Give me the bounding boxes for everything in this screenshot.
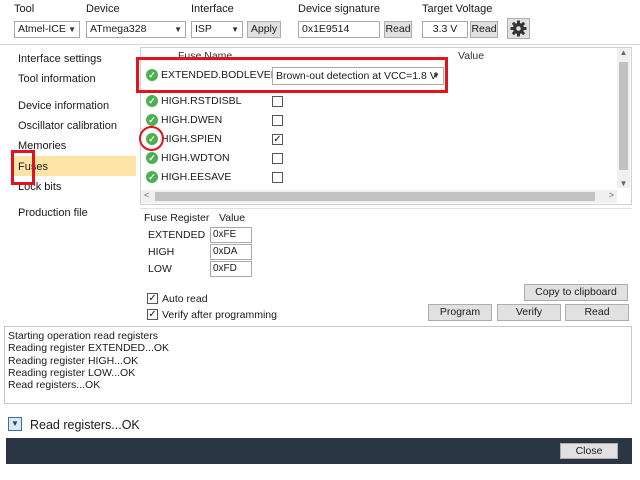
voltage-field[interactable]: 3.3 V bbox=[422, 21, 468, 38]
close-button[interactable]: Close bbox=[560, 443, 618, 459]
fuses-highlight bbox=[11, 150, 35, 185]
fuse-name: HIGH.WDTON bbox=[161, 152, 230, 164]
chevron-down-icon: ▼ bbox=[174, 25, 182, 34]
device-select-value: ATmega328 bbox=[90, 23, 147, 35]
fuse-name: HIGH.RSTDISBL bbox=[161, 95, 242, 107]
scroll-down-icon[interactable]: ▼ bbox=[617, 179, 630, 188]
horizontal-scroll-thumb[interactable] bbox=[155, 192, 595, 201]
status-text: Read registers...OK bbox=[30, 418, 140, 432]
interface-label: Interface bbox=[191, 3, 234, 15]
chevron-down-icon: ▼ bbox=[68, 25, 76, 34]
check-ok-icon: ✓ bbox=[146, 152, 158, 164]
read-button[interactable]: Read bbox=[565, 304, 629, 321]
voltage-read-button[interactable]: Read bbox=[470, 21, 498, 38]
check-ok-icon: ✓ bbox=[146, 114, 158, 126]
expand-log-toggle[interactable]: ▼ bbox=[8, 417, 22, 431]
fuse-row-spien: ✓ HIGH.SPIEN bbox=[146, 131, 346, 149]
log-line: Reading register EXTENDED...OK bbox=[8, 342, 170, 354]
device-select[interactable]: ATmega328 ▼ bbox=[86, 21, 186, 38]
check-ok-icon: ✓ bbox=[146, 171, 158, 183]
register-name-high: HIGH bbox=[148, 246, 175, 258]
scroll-left-icon[interactable]: < bbox=[144, 190, 149, 200]
fuse-value-header: Value bbox=[458, 50, 485, 62]
register-value-low[interactable]: 0xFD bbox=[210, 261, 252, 277]
copy-to-clipboard-button[interactable]: Copy to clipboard bbox=[524, 284, 628, 301]
fuse-row-eesave: ✓ HIGH.EESAVE bbox=[146, 169, 346, 187]
chevron-down-icon: ▼ bbox=[231, 25, 239, 34]
voltage-label: Target Voltage bbox=[422, 3, 493, 15]
program-button[interactable]: Program bbox=[428, 304, 492, 321]
log-line: Reading register LOW...OK bbox=[8, 367, 136, 379]
log-line: Reading register HIGH...OK bbox=[8, 355, 139, 367]
register-value-extended[interactable]: 0xFE bbox=[210, 227, 252, 243]
settings-button[interactable] bbox=[507, 18, 530, 39]
bodlevel-highlight bbox=[136, 57, 448, 93]
register-name-extended: EXTENDED bbox=[148, 229, 206, 241]
footer-bar bbox=[6, 438, 632, 464]
fuse-row-rstdisbl: ✓ HIGH.RSTDISBL bbox=[146, 93, 346, 111]
signature-read-button[interactable]: Read bbox=[384, 21, 412, 38]
eesave-checkbox[interactable] bbox=[272, 172, 283, 183]
fuse-name: HIGH.EESAVE bbox=[161, 171, 232, 183]
register-value-high[interactable]: 0xDA bbox=[210, 244, 252, 260]
horizontal-scrollbar[interactable]: < > bbox=[141, 190, 617, 203]
fuse-row-dwen: ✓ HIGH.DWEN bbox=[146, 112, 346, 130]
spien-checkbox[interactable]: ✓ bbox=[272, 134, 283, 145]
device-label: Device bbox=[86, 3, 120, 15]
sidebar-item-interface-settings[interactable]: Interface settings bbox=[18, 53, 102, 65]
signature-label: Device signature bbox=[298, 3, 380, 15]
vertical-scrollbar[interactable]: ▲ ▼ bbox=[617, 48, 630, 188]
signature-field[interactable]: 0x1E9514 bbox=[298, 21, 380, 38]
rstdisbl-checkbox[interactable] bbox=[272, 96, 283, 107]
apply-button[interactable]: Apply bbox=[247, 21, 281, 38]
check-ok-icon: ✓ bbox=[146, 95, 158, 107]
fuse-name: HIGH.SPIEN bbox=[161, 133, 222, 145]
auto-read-checkbox[interactable]: ✓ bbox=[147, 293, 158, 304]
tool-select-value: Atmel-ICE bbox=[18, 23, 66, 35]
verify-after-programming-checkbox[interactable]: ✓ bbox=[147, 309, 158, 320]
verify-button[interactable]: Verify bbox=[497, 304, 561, 321]
sidebar-item-production-file[interactable]: Production file bbox=[18, 207, 88, 219]
register-header: Fuse Register bbox=[144, 212, 210, 224]
scroll-up-icon[interactable]: ▲ bbox=[617, 48, 630, 57]
log-line: Read registers...OK bbox=[8, 379, 101, 391]
gear-icon bbox=[510, 20, 527, 37]
sidebar-item-oscillator-calibration[interactable]: Oscillator calibration bbox=[18, 120, 117, 132]
sidebar-item-tool-information[interactable]: Tool information bbox=[18, 73, 96, 85]
fuse-row-wdton: ✓ HIGH.WDTON bbox=[146, 150, 346, 168]
scroll-right-icon[interactable]: > bbox=[609, 190, 614, 200]
sidebar-item-device-information[interactable]: Device information bbox=[18, 100, 109, 112]
spien-highlight bbox=[139, 126, 164, 151]
register-divider bbox=[140, 208, 632, 209]
tool-select[interactable]: Atmel-ICE ▼ bbox=[14, 21, 80, 38]
toolbar-divider bbox=[0, 44, 640, 45]
register-name-low: LOW bbox=[148, 263, 172, 275]
dwen-checkbox[interactable] bbox=[272, 115, 283, 126]
auto-read-label: Auto read bbox=[162, 293, 208, 305]
fuse-name: HIGH.DWEN bbox=[161, 114, 223, 126]
register-value-header: Value bbox=[219, 212, 246, 224]
chevron-down-icon: ▼ bbox=[11, 419, 19, 428]
interface-select-value: ISP bbox=[195, 23, 212, 35]
vertical-scroll-thumb[interactable] bbox=[619, 62, 628, 170]
verify-after-programming-label: Verify after programming bbox=[162, 309, 277, 321]
interface-select[interactable]: ISP ▼ bbox=[191, 21, 243, 38]
log-line: Starting operation read registers bbox=[8, 330, 158, 342]
wdton-checkbox[interactable] bbox=[272, 153, 283, 164]
tool-label: Tool bbox=[14, 3, 35, 15]
